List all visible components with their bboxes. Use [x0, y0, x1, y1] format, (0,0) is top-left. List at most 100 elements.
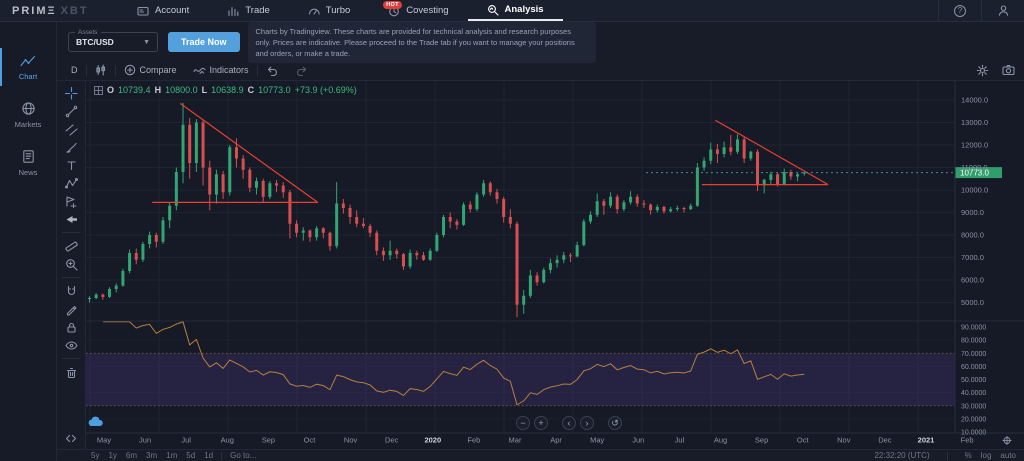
range-1y[interactable]: 1y	[108, 451, 116, 460]
clock-utc[interactable]: 22:32:20 (UTC)	[874, 451, 929, 460]
drawing-mode[interactable]	[63, 302, 79, 316]
collapse-toolbar-button[interactable]	[64, 434, 78, 443]
price-axis[interactable]: 14000.0 13000.0 12000.0 11000.0 10000.0 9000.…	[961, 96, 988, 308]
range-5d[interactable]: 5d	[186, 451, 195, 460]
range-1m[interactable]: 1m	[166, 451, 177, 460]
brush-tool[interactable]	[63, 140, 79, 154]
measure-tool[interactable]	[63, 239, 79, 253]
zoom-in-tool[interactable]	[63, 257, 79, 271]
footer-divider	[946, 451, 948, 460]
time-axis[interactable]: May Jun Jul Aug Sep Oct Nov Dec 2020 Feb Mar Apr May…	[97, 436, 974, 445]
svg-text:40.0000: 40.0000	[961, 390, 986, 397]
tab-covesting[interactable]: HOT Covesting	[369, 0, 467, 21]
interval-button[interactable]: D	[63, 65, 86, 75]
interval-label: D	[71, 65, 78, 75]
trade-now-button[interactable]: Trade Now	[168, 32, 240, 52]
range-3m[interactable]: 3m	[146, 451, 157, 460]
svg-text:Apr: Apr	[550, 436, 562, 445]
tab-analysis[interactable]: Analysis	[467, 0, 563, 21]
indicators-label: Indicators	[209, 65, 249, 75]
zoom-in-button[interactable]: +	[534, 416, 548, 430]
undo-button[interactable]	[258, 65, 287, 76]
high-value: 10800.0	[165, 85, 198, 95]
svg-text:May: May	[590, 436, 604, 445]
topbar-right-actions: ?	[938, 0, 1024, 21]
help-button[interactable]: ?	[938, 0, 981, 21]
sidebar-item-chart[interactable]: Chart	[0, 44, 56, 90]
arrow-tool[interactable]	[63, 212, 79, 226]
auto-scale-button[interactable]: auto	[1000, 451, 1016, 460]
pattern-tool[interactable]	[63, 176, 79, 190]
range-5y[interactable]: 5y	[91, 451, 99, 460]
tab-turbo[interactable]: Turbo	[289, 0, 369, 21]
tab-label: Analysis	[504, 4, 544, 15]
svg-text:Feb: Feb	[961, 436, 974, 445]
toolbar-divider	[62, 358, 80, 359]
time-axis-settings-icon[interactable]	[1002, 436, 1012, 445]
rsi-axis[interactable]: 90.0000 80.0000 70.0000 60.0000 50.0000 40.00…	[961, 325, 986, 437]
range-1d[interactable]: 1d	[204, 451, 213, 460]
crosshair-tool[interactable]	[63, 86, 79, 100]
toolbar-divider	[62, 277, 80, 278]
sidebar-item-news[interactable]: News	[0, 140, 56, 186]
svg-text:Nov: Nov	[837, 436, 851, 445]
brush-icon	[65, 142, 77, 153]
primexbt-app: PRIMΞ XBT Account Trade Turbo HOT Covest…	[0, 0, 1024, 461]
scroll-right-button[interactable]: ›	[580, 416, 594, 430]
tradingview-disclaimer: Charts by Tradingview. These charts are …	[247, 21, 596, 63]
text-tool[interactable]	[63, 158, 79, 172]
range-6m[interactable]: 6m	[126, 451, 137, 460]
svg-text:11000.0: 11000.0	[961, 163, 988, 172]
svg-text:Jul: Jul	[181, 436, 191, 445]
ohlc-legend[interactable]: O 10739.4 H 10800.0 L 10638.9 C 10773.0 +73.…	[94, 85, 357, 95]
app-sidebar: Chart Markets News	[0, 22, 57, 461]
goto-button[interactable]: Go to...	[230, 451, 256, 460]
primexbt-logo[interactable]: PRIMΞ XBT	[0, 0, 118, 21]
lock-drawings[interactable]	[63, 320, 79, 334]
xabcd-pattern-icon	[64, 177, 78, 189]
svg-text:90.0000: 90.0000	[961, 325, 986, 332]
assets-select[interactable]: Assets BTC/USD ▼	[68, 29, 158, 52]
cloud-icon	[88, 416, 103, 427]
magnet-mode[interactable]	[63, 284, 79, 298]
publish-idea-button[interactable]	[88, 416, 104, 427]
channel-tool[interactable]	[63, 122, 79, 136]
log-scale-button[interactable]: log	[981, 451, 992, 460]
compare-plus-icon	[124, 64, 135, 76]
tab-trade[interactable]: Trade	[208, 0, 288, 21]
percent-scale-button[interactable]: %	[965, 451, 972, 460]
snapshot-button[interactable]	[1002, 64, 1015, 76]
remove-drawings[interactable]	[63, 365, 79, 379]
compare-button[interactable]: Compare	[116, 64, 185, 76]
user-profile-button[interactable]	[981, 0, 1024, 21]
zoom-out-button[interactable]: −	[516, 416, 530, 430]
chart-settings-button[interactable]	[976, 64, 989, 77]
low-label: L	[201, 85, 208, 95]
redo-button[interactable]	[287, 65, 316, 76]
trend-line-tool[interactable]	[63, 104, 79, 118]
gear-icon	[976, 64, 989, 76]
tab-label: Turbo	[325, 5, 351, 16]
parallel-channel-icon	[64, 123, 78, 136]
svg-text:12000.0: 12000.0	[961, 141, 988, 150]
tab-label: Trade	[245, 5, 270, 16]
sidebar-item-markets[interactable]: Markets	[0, 92, 56, 138]
svg-text:50.0000: 50.0000	[961, 377, 986, 384]
sidebar-item-label: Markets	[14, 120, 42, 129]
tab-label: Account	[155, 5, 190, 16]
scroll-left-button[interactable]: ‹	[562, 416, 576, 430]
tab-account[interactable]: Account	[118, 0, 208, 21]
reset-chart-button[interactable]: ↺	[608, 416, 622, 430]
svg-text:Feb: Feb	[467, 436, 480, 445]
svg-text:14000.0: 14000.0	[961, 96, 988, 105]
forecast-tool[interactable]	[63, 194, 79, 208]
lock-icon	[66, 322, 76, 333]
candle-style-button[interactable]	[87, 64, 115, 76]
news-icon	[22, 150, 34, 163]
hide-drawings[interactable]	[63, 338, 79, 352]
price-chart-canvas[interactable]: 10773.0 14000.0 13000.0 12000.0 11000.0 10000…	[86, 81, 1024, 449]
svg-text:Sep: Sep	[755, 436, 768, 445]
svg-text:7000.0: 7000.0	[961, 253, 984, 262]
indicators-button[interactable]: Indicators	[185, 64, 257, 76]
logo-prime-text: PRIMΞ	[12, 4, 57, 17]
